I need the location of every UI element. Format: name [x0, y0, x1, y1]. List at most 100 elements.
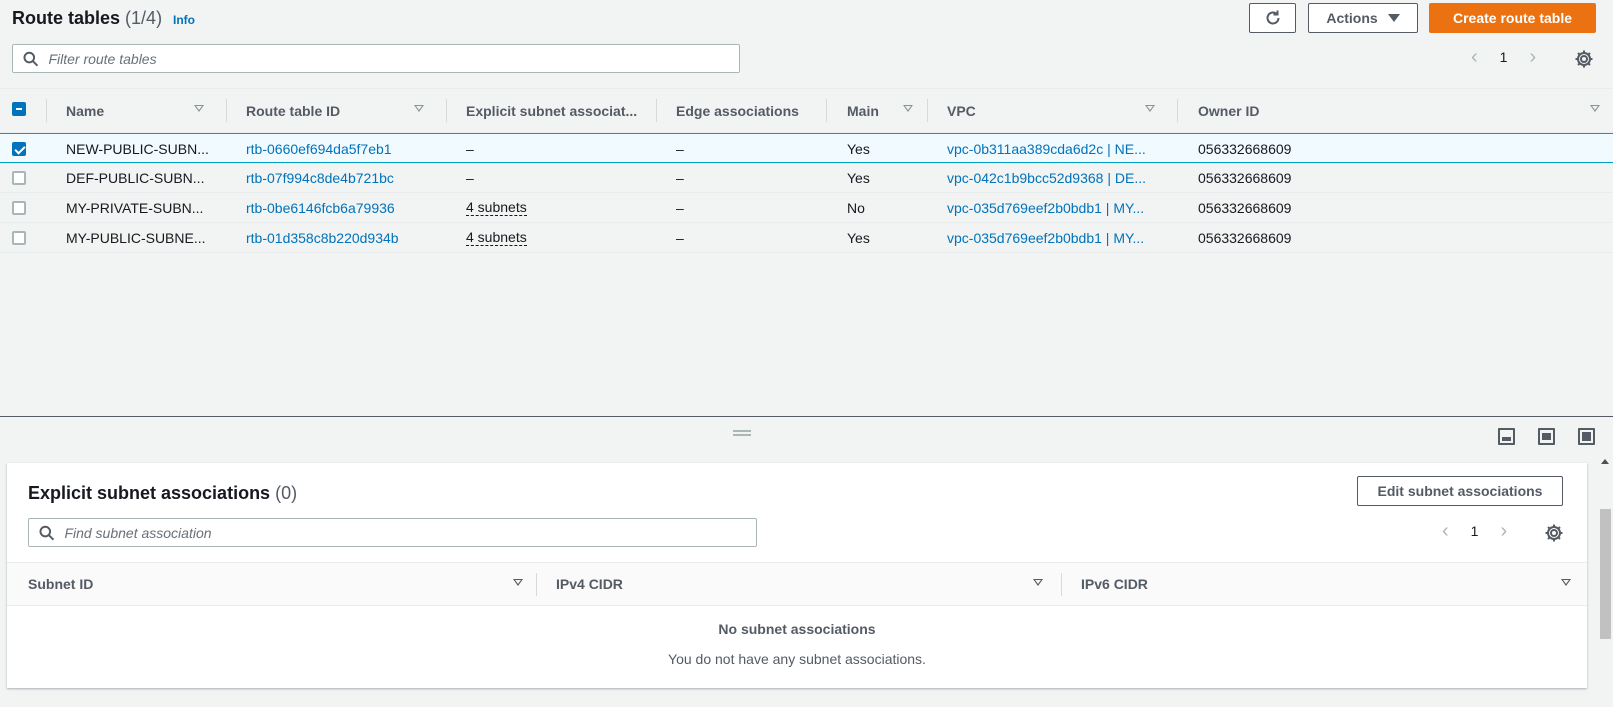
fullscreen-icon[interactable]	[1578, 428, 1595, 445]
filter-input[interactable]	[48, 50, 739, 67]
cell-vpc-text[interactable]: vpc-035d769eef2b0bdb1 | MY...	[947, 230, 1144, 246]
table-row[interactable]: MY-PRIVATE-SUBN... rtb-0be6146fcb6a79936 4…	[0, 193, 1613, 223]
row-checkbox[interactable]	[12, 231, 26, 245]
caret-down-icon	[1387, 14, 1400, 22]
panel-title-text: Explicit subnet associations	[28, 483, 271, 503]
column-header-subnet-id[interactable]: Subnet ID	[28, 563, 531, 605]
association-count: (0)	[275, 483, 298, 503]
search-icon	[39, 525, 55, 540]
column-divider	[46, 99, 47, 122]
sort-icon	[1145, 105, 1155, 112]
split-panel-divider[interactable]	[0, 416, 1613, 417]
cell-main-text: Yes	[847, 169, 870, 186]
column-label: Subnet ID	[28, 576, 94, 592]
select-all-checkbox[interactable]	[12, 102, 26, 116]
sort-icon	[1590, 105, 1600, 112]
route-tables-table: Name Route table ID Explicit subnet asso…	[0, 88, 1613, 253]
split-bottom-icon[interactable]	[1498, 428, 1515, 445]
column-label: Main	[847, 102, 879, 119]
table-row[interactable]: NEW-PUBLIC-SUBN... rtb-0660ef694da5f7eb1 –…	[0, 133, 1613, 163]
row-checkbox[interactable]	[12, 171, 26, 185]
column-header-ipv4-cidr[interactable]: IPv4 CIDR	[556, 563, 1051, 605]
column-divider	[226, 99, 227, 122]
empty-state-description: You do not have any subnet associations.	[668, 651, 926, 667]
column-header-explicit-subnet[interactable]: Explicit subnet associat...	[466, 89, 646, 132]
cell-vpc-text[interactable]: vpc-0b311aa389cda6d2c | NE...	[947, 141, 1146, 157]
cell-vpc[interactable]: vpc-042c1b9bcc52d9368 | DE...	[947, 163, 1163, 192]
column-header-route-table-id[interactable]: Route table ID	[246, 89, 432, 132]
cell-route-table-id[interactable]: rtb-07f994c8de4b721bc	[246, 163, 446, 192]
next-page-icon[interactable]: ›	[1529, 47, 1536, 67]
cell-owner-id-text: 056332668609	[1198, 229, 1292, 246]
gear-icon[interactable]	[1544, 523, 1564, 543]
next-page-icon[interactable]: ›	[1500, 521, 1507, 541]
column-header-owner-id[interactable]: Owner ID	[1198, 89, 1608, 132]
cell-explicit-subnet-text[interactable]: 4 subnets	[466, 199, 527, 216]
cell-owner-id: 056332668609	[1198, 134, 1398, 163]
gear-icon[interactable]	[1574, 49, 1594, 69]
cell-main: Yes	[847, 163, 921, 192]
actions-dropdown[interactable]: Actions	[1308, 3, 1418, 33]
cell-vpc[interactable]: vpc-035d769eef2b0bdb1 | MY...	[947, 193, 1163, 222]
column-header-edge-associations[interactable]: Edge associations	[676, 89, 826, 132]
cell-route-table-id[interactable]: rtb-0660ef694da5f7eb1	[246, 134, 446, 163]
cell-route-table-id[interactable]: rtb-0be6146fcb6a79936	[246, 193, 446, 222]
cell-explicit-subnet-text: –	[466, 140, 474, 157]
cell-route-table-id-text[interactable]: rtb-07f994c8de4b721bc	[246, 170, 394, 186]
prev-page-icon[interactable]: ‹	[1471, 47, 1478, 67]
column-divider	[1177, 99, 1178, 122]
cell-edge-associations: –	[676, 223, 826, 252]
cell-edge-associations-text: –	[676, 229, 684, 246]
column-label: Name	[66, 102, 105, 119]
cell-main: Yes	[847, 223, 921, 252]
cell-explicit-subnet[interactable]: 4 subnets	[466, 193, 646, 222]
cell-name-text: MY-PUBLIC-SUBNE...	[66, 229, 206, 246]
cell-edge-associations: –	[676, 193, 826, 222]
table-row[interactable]: MY-PUBLIC-SUBNE... rtb-01d358c8b220d934b 4…	[0, 223, 1613, 253]
create-route-table-button[interactable]: Create route table	[1429, 3, 1596, 33]
row-checkbox[interactable]	[12, 201, 26, 215]
edit-subnet-associations-button[interactable]: Edit subnet associations	[1357, 476, 1563, 506]
cell-route-table-id[interactable]: rtb-01d358c8b220d934b	[246, 223, 446, 252]
cell-name: MY-PUBLIC-SUBNE...	[66, 223, 216, 252]
cell-owner-id-text: 056332668609	[1198, 199, 1292, 216]
filter-route-tables[interactable]	[12, 44, 740, 73]
column-divider	[1061, 573, 1062, 596]
scrollbar-thumb[interactable]	[1600, 509, 1611, 639]
column-header-vpc[interactable]: VPC	[947, 89, 1163, 132]
associations-table-header: Subnet ID IPv4 CIDR IPv6 CIDR	[7, 562, 1587, 606]
column-label: Edge associations	[676, 102, 799, 119]
find-input[interactable]	[64, 524, 756, 541]
table-row[interactable]: DEF-PUBLIC-SUBN... rtb-07f994c8de4b721bc –…	[0, 163, 1613, 193]
scroll-up-icon[interactable]	[1601, 459, 1609, 464]
sort-icon	[1033, 579, 1043, 586]
cell-route-table-id-text[interactable]: rtb-01d358c8b220d934b	[246, 230, 399, 246]
table-body: NEW-PUBLIC-SUBN... rtb-0660ef694da5f7eb1 –…	[0, 133, 1613, 253]
row-checkbox[interactable]	[12, 142, 26, 156]
cell-explicit-subnet: –	[466, 163, 646, 192]
prev-page-icon[interactable]: ‹	[1442, 521, 1449, 541]
scrollbar[interactable]	[1598, 459, 1612, 707]
column-divider	[446, 99, 447, 122]
cell-vpc-text[interactable]: vpc-035d769eef2b0bdb1 | MY...	[947, 200, 1144, 216]
split-side-icon[interactable]	[1538, 428, 1555, 445]
cell-explicit-subnet[interactable]: 4 subnets	[466, 223, 646, 252]
column-header-main[interactable]: Main	[847, 89, 921, 132]
find-subnet-association[interactable]	[28, 518, 757, 547]
info-link[interactable]: Info	[173, 13, 195, 27]
cell-vpc[interactable]: vpc-0b311aa389cda6d2c | NE...	[947, 134, 1163, 163]
column-divider	[656, 99, 657, 122]
cell-edge-associations: –	[676, 134, 826, 163]
cell-explicit-subnet-text[interactable]: 4 subnets	[466, 229, 527, 246]
cell-vpc-text[interactable]: vpc-042c1b9bcc52d9368 | DE...	[947, 170, 1146, 186]
cell-route-table-id-text[interactable]: rtb-0be6146fcb6a79936	[246, 200, 395, 216]
drag-handle-icon[interactable]	[733, 430, 751, 436]
refresh-button[interactable]	[1249, 3, 1296, 33]
cell-route-table-id-text[interactable]: rtb-0660ef694da5f7eb1	[246, 141, 392, 157]
cell-owner-id: 056332668609	[1198, 163, 1398, 192]
column-header-ipv6-cidr[interactable]: IPv6 CIDR	[1081, 563, 1579, 605]
cell-vpc[interactable]: vpc-035d769eef2b0bdb1 | MY...	[947, 223, 1163, 252]
page-number[interactable]: 1	[1500, 49, 1508, 65]
column-header-name[interactable]: Name	[66, 89, 212, 132]
page-number[interactable]: 1	[1471, 523, 1479, 539]
